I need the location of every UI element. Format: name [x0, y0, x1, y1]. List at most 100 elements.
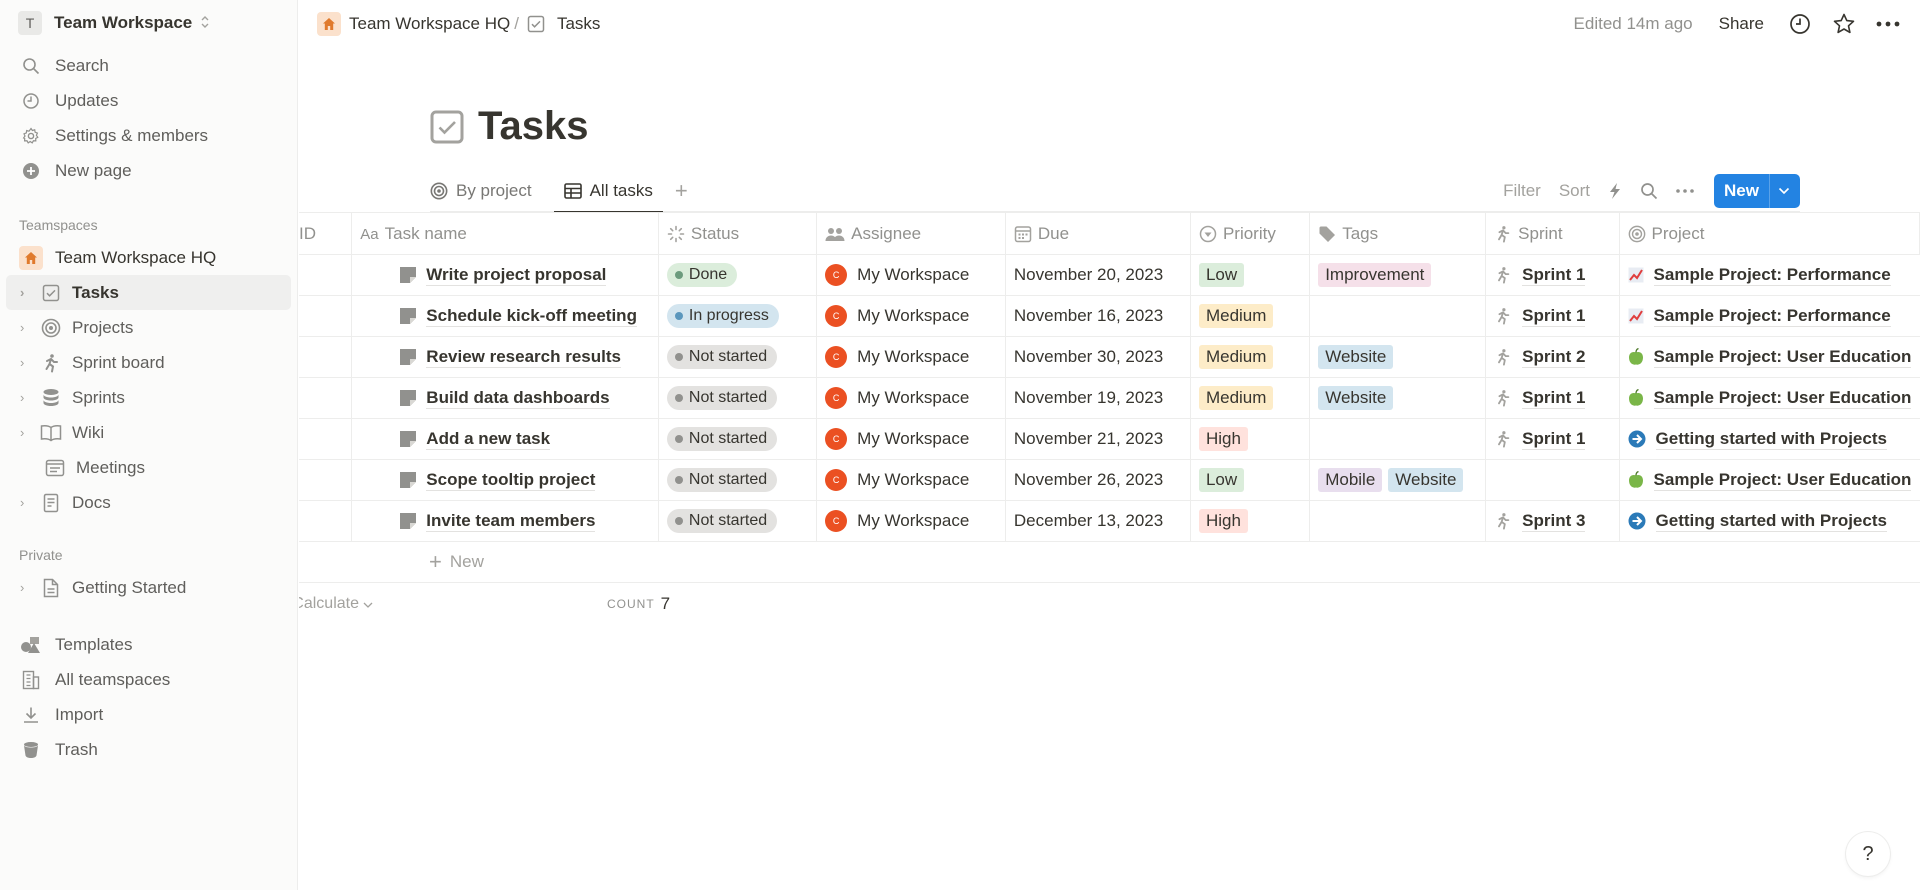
- assignee-cell[interactable]: C My Workspace: [816, 336, 1006, 378]
- tag-pill[interactable]: Website: [1318, 345, 1394, 369]
- priority-pill[interactable]: Medium: [1198, 345, 1274, 369]
- status-pill[interactable]: Not started: [666, 386, 778, 410]
- project-link[interactable]: Sample Project: User Education: [1628, 347, 1912, 368]
- status-cell[interactable]: Done: [658, 254, 818, 296]
- id-cell[interactable]: [299, 336, 353, 378]
- chevron-right-icon[interactable]: ›: [20, 285, 32, 300]
- priority-pill[interactable]: Low: [1198, 263, 1245, 287]
- due-cell[interactable]: November 16, 2023: [1005, 295, 1191, 337]
- page-checkbox-icon[interactable]: [430, 110, 464, 144]
- sprint-cell[interactable]: Sprint 1: [1485, 295, 1620, 337]
- add-view-button[interactable]: +: [675, 178, 688, 204]
- sidebar-item-sprint-board[interactable]: › Sprint board: [6, 345, 291, 380]
- nav-search[interactable]: Search: [0, 48, 297, 83]
- sprint-link[interactable]: Sprint 1: [1494, 265, 1610, 286]
- project-link[interactable]: Getting started with Projects: [1628, 511, 1912, 532]
- table-row[interactable]: Schedule kick-off meeting In progress CM…: [299, 295, 1920, 337]
- nav-import[interactable]: Import: [0, 697, 297, 732]
- page-title-text[interactable]: Tasks: [478, 104, 588, 149]
- sprint-link[interactable]: Sprint 1: [1494, 429, 1610, 450]
- table-row[interactable]: Add a new task Not started C My Workspace…: [299, 418, 1920, 460]
- due-cell[interactable]: November 26, 2023: [1005, 459, 1191, 501]
- task-name[interactable]: Add a new task: [426, 429, 551, 450]
- nav-updates[interactable]: Updates: [0, 83, 297, 118]
- tags-cell[interactable]: [1309, 500, 1487, 542]
- task-name[interactable]: Scope tooltip project: [426, 470, 596, 491]
- workspace-switcher[interactable]: T Team Workspace: [0, 0, 297, 46]
- breadcrumb-tasks[interactable]: Tasks: [557, 14, 600, 34]
- project-cell[interactable]: Sample Project: User Education: [1619, 336, 1920, 378]
- id-cell[interactable]: [299, 377, 353, 419]
- status-pill[interactable]: Not started: [666, 468, 778, 492]
- tags-cell[interactable]: [1309, 418, 1487, 460]
- status-cell[interactable]: Not started: [658, 459, 818, 501]
- automation-lightning-icon[interactable]: [1608, 182, 1622, 200]
- due-cell[interactable]: November 30, 2023: [1005, 336, 1191, 378]
- id-cell[interactable]: [299, 295, 353, 337]
- help-button[interactable]: ?: [1846, 832, 1890, 876]
- project-link[interactable]: Sample Project: User Education: [1628, 470, 1912, 491]
- chevron-down-icon[interactable]: [363, 595, 373, 613]
- sprint-cell[interactable]: Sprint 1: [1485, 254, 1620, 296]
- status-pill[interactable]: Not started: [666, 509, 778, 533]
- sidebar-item-meetings[interactable]: Meetings: [6, 450, 291, 485]
- more-options-icon[interactable]: [1874, 10, 1902, 38]
- assignee-cell[interactable]: C My Workspace: [816, 295, 1006, 337]
- sidebar-item-tasks[interactable]: › Tasks: [6, 275, 291, 310]
- project-link[interactable]: Getting started with Projects: [1628, 429, 1912, 450]
- nav-templates[interactable]: Templates: [0, 627, 297, 662]
- new-button-label[interactable]: New: [1714, 181, 1769, 201]
- table-row[interactable]: Invite team members Not started C My Work…: [299, 500, 1920, 542]
- tag-pill[interactable]: Website: [1388, 468, 1464, 492]
- task-name[interactable]: Review research results: [426, 347, 621, 368]
- tags-cell[interactable]: [1309, 295, 1487, 337]
- assignee-cell[interactable]: C My Workspace: [816, 500, 1006, 542]
- due-cell[interactable]: November 20, 2023: [1005, 254, 1191, 296]
- sprint-link[interactable]: Sprint 1: [1494, 388, 1610, 409]
- new-button[interactable]: New: [1714, 173, 1800, 208]
- filter-button[interactable]: Filter: [1503, 181, 1541, 201]
- sidebar-item-wiki[interactable]: › Wiki: [6, 415, 291, 450]
- table-row[interactable]: Build data dashboards Not started C My Wo…: [299, 377, 1920, 419]
- teamspace-root[interactable]: Team Workspace HQ: [0, 240, 297, 275]
- table-row[interactable]: Scope tooltip project Not started C My Wo…: [299, 459, 1920, 501]
- star-icon[interactable]: [1830, 10, 1858, 38]
- sprint-cell[interactable]: Sprint 1: [1485, 418, 1620, 460]
- tag-pill[interactable]: Website: [1318, 386, 1394, 410]
- priority-pill[interactable]: Medium: [1198, 386, 1274, 410]
- tab-all-tasks[interactable]: All tasks: [553, 170, 664, 213]
- priority-cell[interactable]: Medium: [1190, 295, 1311, 337]
- project-cell[interactable]: Getting started with Projects: [1619, 418, 1920, 460]
- task-name-cell[interactable]: Invite team members: [351, 500, 659, 542]
- status-pill[interactable]: In progress: [666, 304, 779, 328]
- priority-pill[interactable]: High: [1198, 427, 1248, 451]
- priority-cell[interactable]: High: [1190, 500, 1311, 542]
- sprint-link[interactable]: Sprint 3: [1494, 511, 1610, 532]
- id-cell[interactable]: [299, 500, 353, 542]
- chevron-right-icon[interactable]: ›: [20, 425, 32, 440]
- add-new-row-button[interactable]: + New: [299, 542, 1920, 583]
- priority-pill[interactable]: Low: [1198, 468, 1245, 492]
- sidebar-item-docs[interactable]: › Docs: [6, 485, 291, 520]
- sprint-cell[interactable]: Sprint 1: [1485, 377, 1620, 419]
- chevron-down-icon[interactable]: [1769, 173, 1800, 208]
- status-cell[interactable]: Not started: [658, 336, 818, 378]
- due-cell[interactable]: November 21, 2023: [1005, 418, 1191, 460]
- project-cell[interactable]: Sample Project: User Education: [1619, 459, 1920, 501]
- priority-cell[interactable]: Medium: [1190, 377, 1311, 419]
- due-cell[interactable]: December 13, 2023: [1005, 500, 1191, 542]
- column-header-assignee[interactable]: Assignee: [816, 212, 1006, 255]
- status-cell[interactable]: Not started: [658, 500, 818, 542]
- nav-new-page[interactable]: New page: [0, 153, 297, 188]
- task-name-cell[interactable]: Add a new task: [351, 418, 659, 460]
- task-name[interactable]: Write project proposal: [426, 265, 607, 286]
- more-options-icon[interactable]: [1676, 188, 1694, 193]
- sidebar-item-sprints[interactable]: › Sprints: [6, 380, 291, 415]
- project-cell[interactable]: Getting started with Projects: [1619, 500, 1920, 542]
- assignee-cell[interactable]: C My Workspace: [816, 418, 1006, 460]
- status-cell[interactable]: Not started: [658, 418, 818, 460]
- search-icon[interactable]: [1640, 182, 1658, 200]
- priority-cell[interactable]: Medium: [1190, 336, 1311, 378]
- chevron-right-icon[interactable]: ›: [20, 355, 32, 370]
- task-name-cell[interactable]: Write project proposal: [351, 254, 659, 296]
